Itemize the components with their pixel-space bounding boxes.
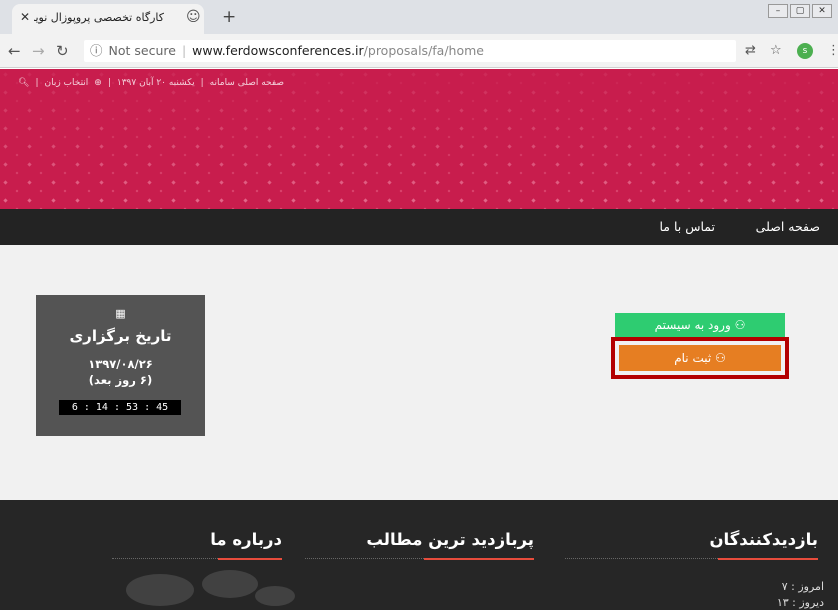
address-bar[interactable]: ⓘ Not secure | www.ferdowsconferences.ir/pr…: [84, 40, 736, 62]
popular-rule: [305, 558, 424, 559]
visitors-rule: [565, 558, 718, 559]
register-button[interactable]: ⚇ ثبت نام: [619, 345, 781, 371]
profile-avatar[interactable]: s: [797, 43, 813, 59]
browser-toolbar: ← → ↻ ⓘ Not secure | www.ferdowsconferences…: [0, 34, 838, 68]
user-icon: ⚇: [715, 351, 726, 365]
bookmark-star-icon[interactable]: ☆: [770, 43, 782, 58]
main-content: ▦ تاریخ برگزاری ۱۳۹۷/۰۸/۲۶ (۶ روز بعد) 6…: [0, 245, 838, 500]
close-tab-icon[interactable]: ✕: [20, 10, 30, 24]
visitors-underline: [718, 558, 818, 560]
register-highlight-frame: ⚇ ثبت نام: [611, 337, 789, 379]
event-date: ۱۳۹۷/۰۸/۲۶: [88, 357, 153, 371]
top-links: صفحه اصلی سامانه | یکشنبه ۲۰ آبان ۱۳۹۷ |…: [18, 78, 284, 88]
globe-icon: ⊕: [94, 78, 102, 88]
visitors-title: بازدیدکنندگان: [709, 530, 818, 549]
forward-icon[interactable]: →: [32, 42, 45, 60]
nav-home[interactable]: صفحه اصلی: [756, 219, 820, 234]
window-close-icon[interactable]: ✕: [812, 4, 832, 18]
url-path: /proposals/fa/home: [363, 43, 484, 58]
main-navbar: صفحه اصلی تماس با ما: [0, 209, 838, 245]
browser-tab[interactable]: ✕ کارگاه تخصصی پروپوزال نویسی ☺: [12, 4, 204, 34]
url-separator: |: [181, 43, 187, 58]
about-rule: [112, 558, 218, 559]
top-divider: |: [200, 78, 204, 88]
minimize-icon[interactable]: –: [768, 4, 788, 18]
language-select[interactable]: انتخاب زبان: [44, 78, 88, 88]
event-date-box: ▦ تاریخ برگزاری ۱۳۹۷/۰۸/۲۶ (۶ روز بعد) 6…: [36, 295, 205, 436]
today-date: یکشنبه ۲۰ آبان ۱۳۹۷: [116, 78, 195, 88]
login-button[interactable]: ⚇ ورود به سیستم: [615, 313, 785, 337]
tab-title: کارگاه تخصصی پروپوزال نویسی: [34, 11, 164, 24]
popular-underline: [424, 558, 534, 560]
dot-pattern: [0, 69, 838, 209]
register-label: ثبت نام: [674, 351, 712, 365]
visits-today: امروز : ۷: [781, 580, 824, 593]
smiley-favicon-icon: ☺: [186, 9, 201, 25]
hero-banner: صفحه اصلی سامانه | یکشنبه ۲۰ آبان ۱۳۹۷ |…: [0, 69, 838, 209]
home-system-link[interactable]: صفحه اصلی سامانه: [210, 78, 284, 88]
nav-contact[interactable]: تماس با ما: [659, 219, 715, 234]
browser-tabstrip: ✕ کارگاه تخصصی پروپوزال نویسی ☺ + – ▢ ✕: [0, 0, 838, 34]
translate-icon[interactable]: ⇄: [745, 43, 756, 58]
user-icon: ⚇: [734, 318, 746, 332]
search-icon[interactable]: 🔍︎: [18, 78, 29, 88]
top-divider: |: [107, 78, 111, 88]
menu-kebab-icon[interactable]: ⋮: [827, 43, 838, 58]
world-map-graphic: [126, 570, 295, 606]
security-label: Not secure: [108, 43, 176, 58]
event-title: تاریخ برگزاری: [69, 327, 172, 345]
countdown-timer: 6 : 14 : 53 : 45: [59, 400, 181, 415]
url-host: www.ferdowsconferences.ir: [192, 43, 364, 58]
site-footer: بازدیدکنندگان پربازدید ترین مطالب درباره…: [0, 500, 838, 610]
visits-yesterday: دیروز : ۱۳: [776, 596, 824, 609]
calendar-icon: ▦: [115, 307, 126, 320]
popular-title: پربازدید ترین مطالب: [366, 530, 534, 549]
about-underline: [218, 558, 282, 560]
info-icon[interactable]: ⓘ: [90, 43, 103, 58]
window-controls: – ▢ ✕: [768, 4, 832, 18]
back-icon[interactable]: ←: [8, 42, 21, 60]
top-divider: |: [35, 78, 39, 88]
new-tab-icon[interactable]: +: [222, 7, 236, 27]
maximize-icon[interactable]: ▢: [790, 4, 810, 18]
event-days-left: (۶ روز بعد): [88, 373, 153, 387]
login-label: ورود به سیستم: [654, 318, 731, 332]
reload-icon[interactable]: ↻: [56, 42, 69, 60]
about-title: درباره ما: [210, 530, 282, 549]
